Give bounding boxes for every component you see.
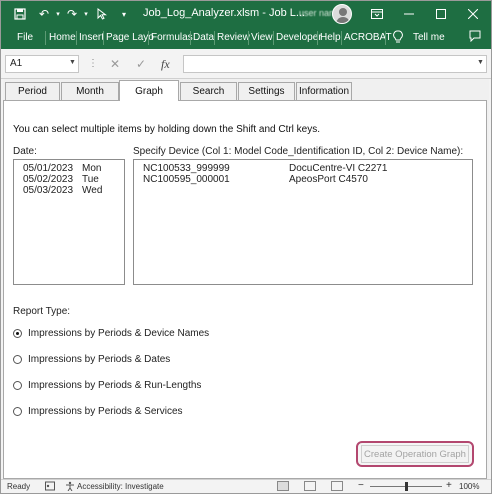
device-name: DocuCentre-VI C2271 bbox=[289, 163, 388, 174]
page-break-view-icon[interactable] bbox=[331, 481, 343, 491]
radio-device-names[interactable]: Impressions by Periods & Device Names bbox=[13, 326, 209, 340]
radio-run-lengths[interactable]: Impressions by Periods & Run-Lengths bbox=[13, 378, 201, 392]
radio-dates[interactable]: Impressions by Periods & Dates bbox=[13, 352, 170, 366]
day-value: Mon bbox=[82, 163, 102, 174]
minimize-icon[interactable] bbox=[393, 1, 425, 27]
menu-review[interactable]: Review bbox=[217, 32, 250, 43]
cursor-icon[interactable] bbox=[93, 5, 111, 23]
more-icon: ⋮ bbox=[88, 58, 98, 69]
cell-reference: A1 bbox=[10, 58, 23, 69]
tell-me-search[interactable]: Tell me bbox=[413, 32, 445, 43]
title-bar: ↶ ▾ ↷ ▾ ▾ Job_Log_Analyzer.xlsm - Job L.… bbox=[1, 1, 491, 27]
accessibility-status[interactable]: Accessibility: Investigate bbox=[77, 482, 164, 491]
save-icon[interactable] bbox=[11, 5, 29, 23]
close-icon[interactable] bbox=[457, 1, 489, 27]
device-listbox[interactable]: NC100533_999999 DocuCentre-VI C2271 NC10… bbox=[133, 159, 473, 285]
menu-separator bbox=[385, 31, 386, 45]
ready-status: Ready bbox=[7, 482, 31, 491]
zoom-in-icon[interactable]: + bbox=[446, 480, 452, 491]
radio-label: Impressions by Periods & Run-Lengths bbox=[28, 379, 202, 391]
list-item[interactable]: 05/02/2023 Tue bbox=[14, 174, 124, 185]
page-layout-view-icon[interactable] bbox=[304, 481, 316, 491]
radio-label: Impressions by Periods & Services bbox=[28, 405, 183, 417]
formula-input[interactable] bbox=[183, 55, 487, 73]
selection-hint: You can select multiple items by holding… bbox=[13, 124, 321, 135]
macro-record-icon[interactable] bbox=[45, 481, 55, 493]
status-bar: Ready Accessibility: Investigate − + 100… bbox=[1, 479, 491, 493]
menu-separator bbox=[214, 31, 215, 45]
zoom-level[interactable]: 100% bbox=[459, 482, 479, 491]
menu-file[interactable]: File bbox=[17, 32, 33, 43]
menu-insert[interactable]: Insert bbox=[79, 32, 104, 43]
menu-separator bbox=[76, 31, 77, 45]
name-box[interactable]: A1 bbox=[5, 55, 79, 73]
day-value: Tue bbox=[82, 174, 99, 185]
list-item[interactable]: NC100595_000001 ApeosPort C4570 bbox=[134, 174, 472, 185]
comments-icon[interactable] bbox=[469, 30, 481, 45]
customize-toolbar-icon[interactable]: ▾ bbox=[115, 5, 133, 23]
radio-label: Impressions by Periods & Device Names bbox=[28, 327, 210, 339]
radio-button[interactable] bbox=[13, 328, 22, 338]
insert-function-icon[interactable]: fx bbox=[161, 57, 170, 72]
ribbon-tabs: File Home Insert Page Layo Formulas Data… bbox=[1, 27, 491, 49]
menu-home[interactable]: Home bbox=[49, 32, 76, 43]
menu-separator bbox=[45, 31, 46, 45]
date-value: 05/03/2023 bbox=[23, 185, 74, 196]
radio-label: Impressions by Periods & Dates bbox=[28, 353, 171, 365]
menu-view[interactable]: View bbox=[251, 32, 273, 43]
menu-separator bbox=[190, 31, 191, 45]
lightbulb-icon[interactable] bbox=[393, 30, 407, 46]
date-value: 05/01/2023 bbox=[23, 163, 74, 174]
date-listbox[interactable]: 05/01/2023 Mon 05/02/2023 Tue 05/03/2023… bbox=[13, 159, 125, 285]
date-label: Date: bbox=[13, 146, 37, 157]
zoom-out-icon[interactable]: − bbox=[358, 480, 364, 491]
list-item[interactable]: 05/01/2023 Mon bbox=[14, 163, 124, 174]
ribbon-display-icon[interactable] bbox=[361, 1, 393, 27]
graph-panel-content: You can select multiple items by holding… bbox=[3, 79, 489, 479]
formula-bar: A1 ▼ ⋮ ✕ ✓ fx ▼ bbox=[1, 49, 491, 79]
excel-window: ↶ ▾ ↷ ▾ ▾ Job_Log_Analyzer.xlsm - Job L.… bbox=[0, 0, 492, 494]
date-value: 05/02/2023 bbox=[23, 174, 74, 185]
menu-separator bbox=[248, 31, 249, 45]
menu-formulas[interactable]: Formulas bbox=[151, 32, 193, 43]
menu-separator bbox=[148, 31, 149, 45]
accessibility-icon[interactable] bbox=[65, 481, 75, 493]
list-item[interactable]: 05/03/2023 Wed bbox=[14, 185, 124, 196]
menu-separator bbox=[273, 31, 274, 45]
tab-graph[interactable]: Graph bbox=[119, 80, 179, 101]
radio-services[interactable]: Impressions by Periods & Services bbox=[13, 404, 183, 418]
day-value: Wed bbox=[82, 185, 103, 196]
menu-data[interactable]: Data bbox=[193, 32, 214, 43]
report-type-label: Report Type: bbox=[13, 306, 71, 317]
normal-view-icon[interactable] bbox=[277, 481, 289, 491]
list-item[interactable]: NC100533_999999 DocuCentre-VI C2271 bbox=[134, 163, 472, 174]
menu-separator bbox=[341, 31, 342, 45]
device-name: ApeosPort C4570 bbox=[289, 174, 368, 185]
menu-developer[interactable]: Developer bbox=[276, 32, 322, 43]
avatar[interactable] bbox=[332, 4, 352, 24]
menu-separator bbox=[317, 31, 318, 45]
create-graph-button-highlight: Create Operation Graph bbox=[356, 441, 474, 467]
menu-help[interactable]: Help bbox=[320, 32, 341, 43]
menu-separator bbox=[103, 31, 104, 45]
cancel-icon[interactable]: ✕ bbox=[110, 57, 120, 71]
device-id: NC100595_000001 bbox=[143, 174, 230, 185]
radio-button[interactable] bbox=[13, 406, 22, 416]
enter-icon[interactable]: ✓ bbox=[136, 57, 146, 71]
device-id: NC100533_999999 bbox=[143, 163, 230, 174]
maximize-icon[interactable] bbox=[425, 1, 457, 27]
zoom-slider-thumb[interactable] bbox=[405, 482, 408, 491]
expand-formula-icon[interactable]: ▼ bbox=[477, 59, 484, 66]
radio-button[interactable] bbox=[13, 354, 22, 364]
device-label: Specify Device (Col 1: Model Code_Identi… bbox=[133, 146, 464, 157]
menu-page-layout[interactable]: Page Layo bbox=[106, 32, 154, 43]
chevron-down-icon[interactable]: ▼ bbox=[69, 59, 76, 66]
create-operation-graph-button[interactable]: Create Operation Graph bbox=[361, 445, 469, 463]
window-title: Job_Log_Analyzer.xlsm - Job L... bbox=[143, 7, 306, 19]
radio-button[interactable] bbox=[13, 380, 22, 390]
